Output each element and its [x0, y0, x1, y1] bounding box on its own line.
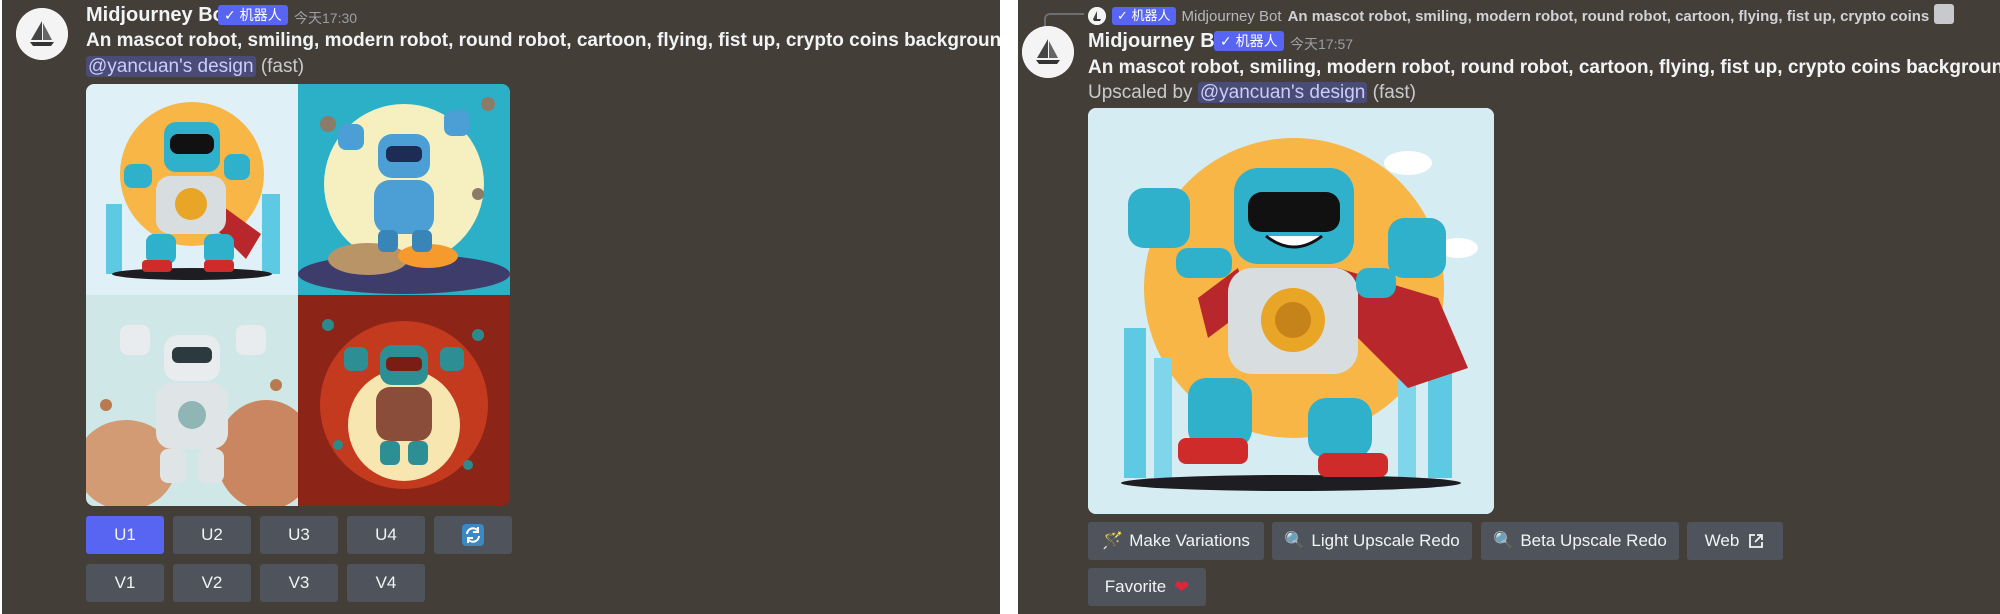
robot-upscaled-image: [1088, 108, 1494, 514]
upscale-button-3[interactable]: U3: [260, 516, 338, 554]
variation-button-1[interactable]: V1: [86, 564, 164, 602]
user-mention[interactable]: @yancuan's design: [1197, 82, 1368, 103]
bot-name[interactable]: Midjourney Bot: [86, 4, 232, 27]
heart-icon: ❤: [1174, 576, 1190, 597]
beta-upscale-redo-button[interactable]: 🔍 Beta Upscale Redo: [1481, 522, 1679, 560]
magic-wand-icon: 🪄: [1102, 531, 1124, 550]
upscale-button-4[interactable]: U4: [347, 516, 425, 554]
grid-image-4[interactable]: [298, 295, 510, 506]
prompt-text: An mascot robot, smiling, modern robot, …: [86, 30, 1000, 52]
variation-button-4[interactable]: V4: [347, 564, 425, 602]
bot-badge: ✓ 机器人: [218, 5, 288, 25]
prompt-body: An mascot robot, smiling, modern robot, …: [86, 30, 1000, 51]
grid-image-1[interactable]: [86, 84, 298, 295]
web-button[interactable]: Web: [1687, 522, 1783, 560]
robot-image-4: [298, 295, 510, 506]
image-attachment-icon: [1934, 4, 1954, 24]
prompt-text: An mascot robot, smiling, modern robot, …: [1088, 57, 2000, 79]
robot-image-2: [298, 84, 510, 295]
magnifier-icon: 🔍: [1284, 531, 1306, 550]
robot-image-1: [86, 84, 298, 295]
bot-name[interactable]: Midjourney Bot: [1088, 30, 1234, 53]
sailboat-logo-icon: [1022, 26, 1074, 78]
bot-avatar[interactable]: [16, 8, 68, 60]
mention-line: @yancuan's design (fast): [86, 56, 304, 78]
timestamp: 今天17:30: [294, 10, 358, 26]
mode-label: (fast): [1372, 82, 1416, 103]
mode-label: (fast): [260, 56, 305, 77]
message-panel-upscale: ✓ 机器人 Midjourney Bot An mascot robot, sm…: [1018, 0, 2000, 614]
refresh-icon: [462, 524, 484, 546]
robot-image-3: [86, 295, 298, 506]
bot-avatar[interactable]: [1022, 26, 1074, 78]
sailboat-logo-icon: [16, 8, 68, 60]
variation-button-3[interactable]: V3: [260, 564, 338, 602]
make-variations-label: Make Variations: [1129, 531, 1250, 550]
upscaled-image[interactable]: [1088, 108, 1494, 514]
reply-reference[interactable]: ✓ 机器人 Midjourney Bot An mascot robot, sm…: [1088, 4, 1929, 28]
reply-avatar: [1088, 7, 1106, 25]
make-variations-button[interactable]: 🪄 Make Variations: [1088, 522, 1264, 560]
reroll-button[interactable]: [434, 516, 512, 554]
image-grid[interactable]: [86, 84, 510, 506]
message-panel-grid: Midjourney Bot ✓ 机器人 今天17:30 An mascot r…: [2, 0, 1000, 614]
upscaled-by-label: Upscaled by: [1088, 82, 1198, 103]
light-upscale-label: Light Upscale Redo: [1311, 531, 1460, 550]
reply-bot-name[interactable]: Midjourney Bot: [1182, 8, 1282, 25]
external-link-icon: [1749, 534, 1764, 548]
grid-image-3[interactable]: [86, 295, 298, 506]
upscale-button-2[interactable]: U2: [173, 516, 251, 554]
sailboat-logo-icon: [1088, 7, 1106, 25]
mention-line: Upscaled by @yancuan's design (fast): [1088, 82, 1416, 104]
favorite-label: Favorite: [1104, 577, 1167, 596]
grid-image-2[interactable]: [298, 84, 510, 295]
light-upscale-redo-button[interactable]: 🔍 Light Upscale Redo: [1272, 522, 1472, 560]
magnifier-icon: 🔍: [1493, 531, 1515, 550]
prompt-body: An mascot robot, smiling, modern robot, …: [1088, 57, 2000, 78]
reply-badge: ✓ 机器人: [1112, 7, 1176, 25]
bot-badge: ✓ 机器人: [1214, 31, 1284, 51]
favorite-button[interactable]: Favorite ❤: [1088, 568, 1206, 606]
upscale-button-1[interactable]: U1: [86, 516, 164, 554]
web-label: Web: [1704, 531, 1740, 550]
timestamp: 今天17:57: [1290, 36, 1354, 52]
user-mention[interactable]: @yancuan's design: [86, 56, 256, 77]
reply-text[interactable]: An mascot robot, smiling, modern robot, …: [1288, 8, 1930, 25]
beta-upscale-label: Beta Upscale Redo: [1520, 531, 1667, 550]
variation-button-2[interactable]: V2: [173, 564, 251, 602]
